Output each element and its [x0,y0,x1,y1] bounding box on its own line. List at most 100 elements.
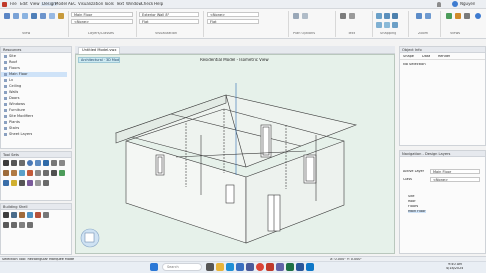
class-select[interactable]: <None> [71,19,133,24]
tree-item-4[interactable]: Lv [4,78,13,83]
shell-window-icon[interactable] [27,212,33,218]
snap-intersect-icon[interactable] [384,22,390,28]
tool-roof-icon[interactable] [27,170,33,176]
rotate-view-icon[interactable] [49,13,55,19]
taskbar-search[interactable]: Search [162,263,202,271]
redraw-icon[interactable] [4,13,10,19]
zoom-icon[interactable] [13,13,19,19]
pan-icon[interactable] [22,13,28,19]
flyover-icon[interactable] [31,13,37,19]
menu-file[interactable]: File [10,2,17,6]
tool-slab-icon[interactable] [35,170,41,176]
tool-select-icon[interactable] [3,160,9,166]
tab-drawing[interactable]: Untitled Model.vwx [78,47,121,54]
shell-beam-icon[interactable] [27,222,33,228]
menu-help[interactable]: Help [154,2,163,6]
shell-slab-icon[interactable] [43,212,49,218]
shell-door-icon[interactable] [19,212,25,218]
menu-edit[interactable]: Edit [20,2,28,6]
settings-icon[interactable] [464,13,470,19]
nav-list-item-3[interactable]: Main Floor [408,210,426,214]
text-icon[interactable] [340,13,346,19]
nav-list-item-0[interactable]: Site [408,195,415,198]
word-icon[interactable] [296,263,304,271]
task-view-icon[interactable] [206,263,214,271]
file-explorer-icon[interactable] [216,263,224,271]
shell-curtain-wall-icon[interactable] [11,212,17,218]
tree-item-10[interactable]: Site Modifiers [4,114,33,119]
vectorworks-icon[interactable] [266,263,274,271]
tool-callout-icon[interactable] [43,180,49,186]
zoom-in-icon[interactable] [425,13,431,19]
visibility-icon[interactable] [455,13,461,19]
light-select[interactable]: Flat [207,19,259,24]
excel-icon[interactable] [286,263,294,271]
shell-railing-icon[interactable] [11,222,17,228]
tool-rect-icon[interactable] [19,160,25,166]
menu-view[interactable]: View [30,2,40,6]
tab-render[interactable]: Render [438,55,450,59]
tool-window-icon[interactable] [19,170,25,176]
shell-wall-icon[interactable] [3,212,9,218]
notification-icon[interactable] [437,2,441,7]
menu-aec[interactable]: AEC [68,2,76,6]
tree-item-0[interactable]: Site [4,54,16,59]
tool-wall-icon[interactable] [3,170,9,176]
tool-polyline-icon[interactable] [43,160,49,166]
tool-grid-icon[interactable] [3,180,9,186]
snap-distance-icon[interactable] [376,22,382,28]
view-select[interactable]: Flat [139,19,199,24]
tree-item-11[interactable]: Plants [4,120,20,125]
snap-tangent-icon[interactable] [392,22,398,28]
store-icon[interactable] [246,263,254,271]
tree-item-2[interactable]: Floors [4,66,20,71]
tool-camera-icon[interactable] [19,180,25,186]
tool-arc-icon[interactable] [35,160,41,166]
tree-item-13[interactable]: Sheet Layers [4,132,32,137]
snap-angle-icon[interactable] [392,13,398,19]
tab-data[interactable]: Data [422,55,430,59]
help-icon[interactable] [475,13,481,19]
chrome-icon[interactable] [256,263,264,271]
menu-model[interactable]: Model [55,2,67,6]
tree-item-1[interactable]: Roof [4,60,17,65]
menu-text[interactable]: Text [116,2,124,6]
tool-symbol-icon[interactable] [27,180,33,186]
nav-list-item-1[interactable]: Roof [408,200,416,203]
tree-item-7[interactable]: Doors [4,96,20,101]
code-icon[interactable] [306,263,314,271]
tool-text-icon[interactable] [51,160,57,166]
wall-style-select[interactable]: Exterior Wall 8" [139,12,199,17]
tree-item-12[interactable]: Stairs [4,126,19,131]
teams-icon[interactable] [276,263,284,271]
menu-tools[interactable]: Tools [104,2,114,6]
user-avatar[interactable] [452,1,458,7]
tree-item-5[interactable]: Ceiling [4,84,21,89]
tree-item-9[interactable]: Furniture [4,108,25,113]
render-select[interactable]: <None> [207,12,259,17]
menu-window[interactable]: Window [126,2,142,6]
tab-shape[interactable]: Shape [403,55,414,59]
zoom-fit-icon[interactable] [416,13,422,19]
snap-object-icon[interactable] [384,13,390,19]
tool-dimension-icon[interactable] [59,160,65,166]
tree-item-3[interactable]: Main Floor [1,72,67,77]
tree-item-6[interactable]: Walls [4,90,18,95]
menu-check[interactable]: Check [141,2,153,6]
walkthrough-icon[interactable] [40,13,46,19]
saved-views-icon[interactable] [446,13,452,19]
shell-stair-icon[interactable] [3,222,9,228]
standard-views-icon[interactable] [58,13,64,19]
tree-item-8[interactable]: Windows [4,102,25,107]
tool-line-icon[interactable] [11,160,17,166]
nav-list-item-2[interactable]: Floors [408,205,418,208]
windows-start-icon[interactable] [150,263,158,271]
tool-hatch-icon[interactable] [35,180,41,186]
tool-light-icon[interactable] [11,180,17,186]
shell-roof-icon[interactable] [35,212,41,218]
font-size-icon[interactable] [349,13,355,19]
shell-column-icon[interactable] [19,222,25,228]
mail-icon[interactable] [236,263,244,271]
section-icon[interactable] [302,13,308,19]
class-select-nav[interactable]: <None> [430,177,480,182]
